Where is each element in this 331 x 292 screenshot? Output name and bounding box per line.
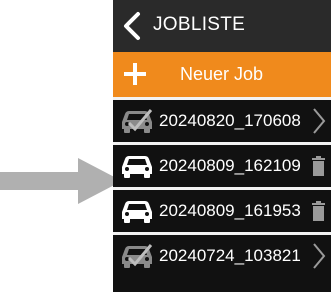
new-job-button[interactable]: Neuer Job (113, 52, 331, 97)
chevron-right-icon[interactable] (312, 107, 326, 135)
header-bar: JOBLISTE (113, 0, 331, 52)
chevron-left-icon[interactable] (121, 11, 143, 41)
plus-icon (124, 63, 146, 85)
new-job-label: Neuer Job (180, 64, 264, 84)
car-checked-icon (122, 244, 153, 268)
pointer-arrow-icon (0, 158, 122, 204)
job-row[interactable]: 20240820_170608 (113, 97, 331, 142)
job-name: 20240820_170608 (159, 111, 301, 130)
job-name: 20240724_103821 (159, 246, 301, 265)
trash-icon[interactable] (312, 201, 325, 221)
job-row[interactable]: 20240809_161953 (113, 187, 331, 232)
car-icon (122, 201, 152, 223)
job-row[interactable]: 20240809_162109 (113, 142, 331, 187)
job-name: 20240809_162109 (159, 156, 301, 175)
job-name: 20240809_161953 (159, 201, 301, 220)
car-checked-icon (122, 109, 153, 133)
car-icon (122, 156, 152, 178)
page-title: JOBLISTE (153, 14, 246, 35)
trash-icon[interactable] (312, 156, 325, 176)
job-list-panel: JOBLISTE Neuer Job 20240820_170608 20240… (113, 0, 331, 292)
chevron-right-icon[interactable] (312, 242, 326, 270)
job-row[interactable]: 20240724_103821 (113, 232, 331, 277)
